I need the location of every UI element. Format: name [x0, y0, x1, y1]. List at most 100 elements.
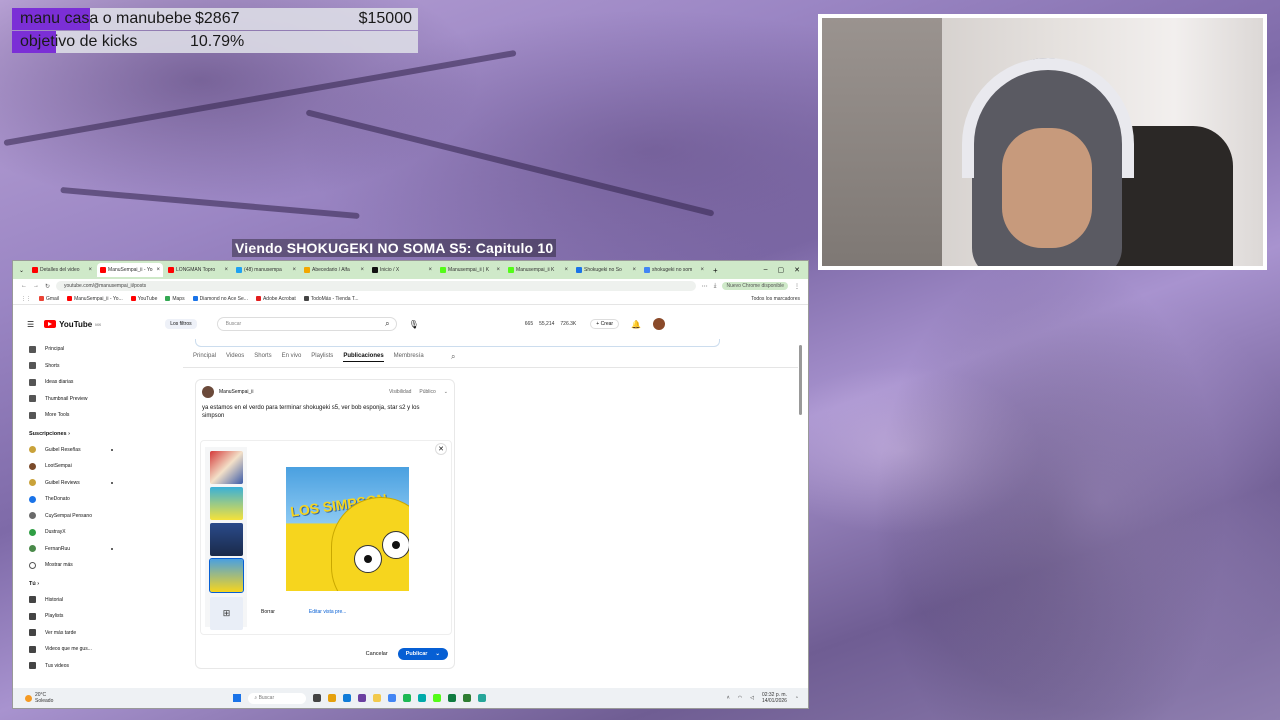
sidebar-item[interactable]: Historial: [23, 592, 123, 609]
channel-tab[interactable]: En vivo: [282, 353, 302, 362]
add-image-icon[interactable]: ⊞: [210, 597, 243, 630]
tab-menu-icon[interactable]: ⌄: [19, 267, 24, 274]
bookmark-item[interactable]: Adobe Acrobat: [255, 296, 296, 302]
browser-tab[interactable]: Inicio / X ×: [369, 263, 435, 277]
close-tab-icon[interactable]: ×: [701, 267, 705, 273]
taskbar-search[interactable]: ⌕ Buscar: [248, 692, 307, 704]
wifi-icon[interactable]: ◠: [738, 695, 742, 701]
close-icon[interactable]: ✕: [435, 443, 447, 455]
close-window-icon[interactable]: ✕: [794, 266, 800, 274]
close-tab-icon[interactable]: ×: [429, 267, 433, 273]
close-tab-icon[interactable]: ×: [497, 267, 501, 273]
weather-widget[interactable]: 20°C Soleado: [25, 692, 53, 704]
channel-tab[interactable]: Videos: [226, 353, 244, 362]
avatar[interactable]: [653, 318, 666, 330]
close-tab-icon[interactable]: ×: [293, 267, 297, 273]
post-text-input[interactable]: ya estamos en el verdo para terminar sho…: [196, 404, 446, 420]
apps-icon[interactable]: ⋮⋮: [21, 296, 31, 302]
sidebar-item[interactable]: Ver más tarde: [23, 625, 123, 642]
close-tab-icon[interactable]: ×: [89, 267, 93, 273]
create-button[interactable]: + Crear: [590, 319, 620, 329]
search-input[interactable]: Buscar ⌕: [216, 317, 397, 331]
app-icon[interactable]: [403, 694, 412, 702]
channel-search-icon[interactable]: ⌕: [451, 352, 455, 362]
task-view-icon[interactable]: [313, 694, 322, 702]
visibility-selector[interactable]: Visibilidad Público ⌄: [389, 389, 448, 395]
thumbnail-anime[interactable]: [210, 451, 243, 484]
sidebar-item[interactable]: FernanRuu: [23, 541, 123, 558]
browser-tab[interactable]: ManuSempai_ii - Yo ×: [97, 263, 164, 277]
close-tab-icon[interactable]: ×: [633, 267, 637, 273]
sidebar-item[interactable]: TheDonato: [23, 491, 123, 508]
file-explorer-icon[interactable]: [328, 694, 337, 702]
thumbnail-simpsons[interactable]: [209, 558, 244, 593]
sidebar-item[interactable]: CuySempai Pensano: [23, 508, 123, 525]
extensions-icon[interactable]: ⋯: [702, 283, 708, 290]
sidebar-item[interactable]: Mostrar más: [23, 557, 123, 574]
channel-tab[interactable]: Playlists: [311, 353, 333, 362]
reload-icon[interactable]: ↻: [45, 283, 50, 290]
download-icon[interactable]: ⤓: [714, 283, 717, 290]
minimize-icon[interactable]: –: [764, 266, 768, 274]
close-tab-icon[interactable]: ×: [565, 267, 569, 273]
browser-tab[interactable]: Abecedario / Alfa ×: [301, 263, 367, 277]
notifications-tray-icon[interactable]: ◔: [795, 695, 798, 701]
maximize-icon[interactable]: ▢: [778, 266, 785, 274]
app-icon[interactable]: [433, 694, 442, 702]
browser-tab[interactable]: LONGMAN Topro ×: [165, 263, 231, 277]
browser-tab[interactable]: Detalles del video ×: [29, 263, 95, 277]
delete-image-button[interactable]: Borrar: [261, 609, 275, 615]
cancel-button[interactable]: Cancelar: [366, 651, 388, 657]
filters-chip[interactable]: Los filtros: [165, 319, 197, 329]
close-tab-icon[interactable]: ×: [157, 267, 161, 273]
channel-tab[interactable]: Publicaciones: [343, 353, 384, 362]
bookmark-item[interactable]: Gmail: [39, 296, 59, 302]
notifications-icon[interactable]: 🔔: [631, 320, 641, 329]
sidebar-item[interactable]: Tus videos: [23, 658, 123, 675]
sidebar-item[interactable]: Guibel Reviews: [23, 475, 123, 492]
forward-icon[interactable]: →: [33, 283, 39, 289]
channel-tab[interactable]: Shorts: [254, 353, 271, 362]
bookmark-item[interactable]: YouTube: [130, 296, 157, 302]
new-tab-button[interactable]: +: [713, 266, 718, 275]
chevron-down-icon[interactable]: ⌄: [435, 651, 440, 657]
clock[interactable]: 02:32 p. m. 14/01/2026: [762, 692, 787, 704]
channel-tab[interactable]: Membresía: [394, 353, 424, 362]
bookmark-item[interactable]: TodoMás - Tienda T...: [303, 296, 359, 302]
excel-icon[interactable]: [448, 694, 457, 702]
more-menu-icon[interactable]: ⋮: [794, 283, 800, 290]
bookmark-item[interactable]: Maps: [165, 296, 185, 302]
app-icon[interactable]: [418, 694, 427, 702]
you-header[interactable]: Tú ›: [23, 576, 123, 592]
sidebar-item[interactable]: Ideas diarias: [23, 374, 123, 391]
publish-button[interactable]: Publicar ⌄: [397, 648, 448, 660]
edge-icon[interactable]: [343, 694, 352, 702]
app-icon[interactable]: [358, 694, 367, 702]
sidebar-item[interactable]: Thumbnail Preview: [23, 391, 123, 408]
chevron-up-icon[interactable]: ˄: [727, 695, 730, 701]
app-icon[interactable]: [478, 694, 487, 702]
volume-icon[interactable]: ◁: [750, 695, 754, 701]
thumbnail-spongebob[interactable]: [210, 487, 243, 520]
sidebar-item[interactable]: Playlists: [23, 608, 123, 625]
update-chrome-badge[interactable]: Nuevo Chrome disponible: [722, 282, 788, 290]
search-icon[interactable]: ⌕: [385, 319, 389, 329]
mic-icon[interactable]: 🎙: [409, 320, 419, 329]
sidebar-item[interactable]: Videos que me gus...: [23, 641, 123, 658]
folder-icon[interactable]: [373, 694, 382, 702]
sidebar-item[interactable]: Shorts: [23, 358, 123, 375]
close-tab-icon[interactable]: ×: [361, 267, 365, 273]
sidebar-item[interactable]: DustrayX: [23, 524, 123, 541]
chrome-icon[interactable]: [388, 694, 397, 702]
sidebar-item[interactable]: Guibel Reseñas: [23, 442, 123, 459]
browser-tab[interactable]: Manusempai_ii | K ×: [437, 263, 503, 277]
hamburger-menu-icon[interactable]: ☰: [27, 320, 34, 329]
subscriptions-header[interactable]: Suscripciones ›: [23, 426, 123, 442]
bookmark-item[interactable]: Diamond no Ace Se...: [192, 296, 248, 302]
thumbnail-star[interactable]: [210, 523, 243, 556]
all-bookmarks[interactable]: Todos los marcadores: [751, 296, 800, 302]
windows-start-icon[interactable]: [233, 694, 242, 702]
browser-tab[interactable]: Shokugeki no So ×: [573, 263, 639, 277]
channel-tab[interactable]: Principal: [193, 353, 216, 362]
back-icon[interactable]: ←: [21, 283, 27, 289]
